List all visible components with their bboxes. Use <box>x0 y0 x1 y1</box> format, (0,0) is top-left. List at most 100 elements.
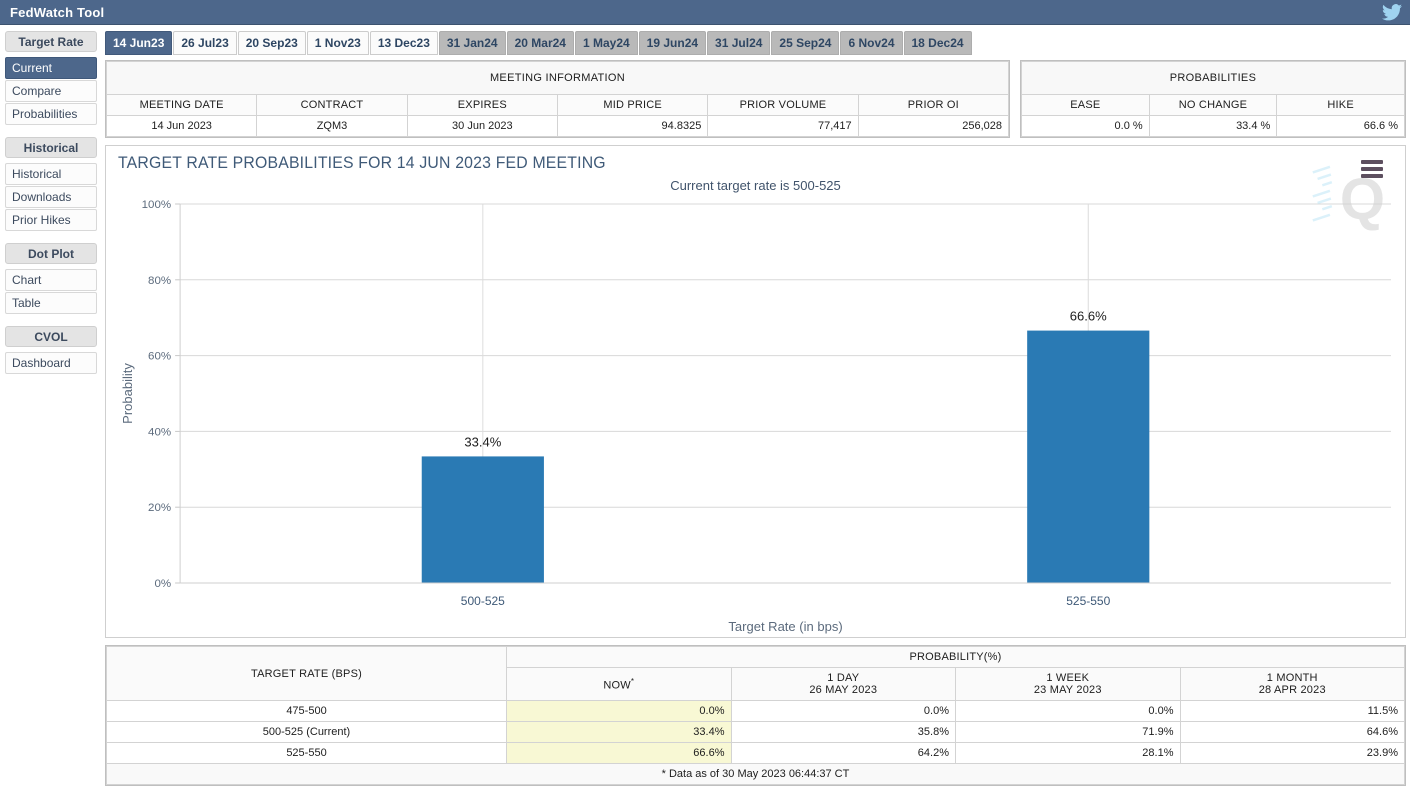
col-one-month: 1 MONTH 28 APR 2023 <box>1180 668 1405 701</box>
cell-one-day: 64.2% <box>731 743 956 764</box>
x-axis-title: Target Rate (in bps) <box>728 619 842 634</box>
tab-20-mar24[interactable]: 20 Mar24 <box>507 31 574 55</box>
col-now-label: NOW <box>603 679 630 691</box>
cell-target-rate: 475-500 <box>107 701 507 722</box>
twitter-icon[interactable] <box>1382 4 1402 21</box>
sidebar-item-compare[interactable]: Compare <box>5 80 97 102</box>
probabilities-row: 0.0 % 33.4 % 66.6 % <box>1022 116 1405 137</box>
meeting-date-tabs: 14 Jun2326 Jul2320 Sep231 Nov2313 Dec233… <box>105 31 1406 55</box>
meeting-information-row: 14 Jun 2023 ZQM3 30 Jun 2023 94.8325 77,… <box>107 116 1009 137</box>
y-axis-tick-label: 100% <box>142 199 171 211</box>
col-probability-percent: PROBABILITY(%) <box>507 647 1405 668</box>
value-contract: ZQM3 <box>257 116 407 137</box>
app-title: FedWatch Tool <box>10 5 104 20</box>
tab-14-jun23[interactable]: 14 Jun23 <box>105 31 172 55</box>
col-one-day: 1 DAY 26 MAY 2023 <box>731 668 956 701</box>
col-one-week-label: 1 WEEK <box>1046 672 1089 684</box>
sidebar-item-historical[interactable]: Historical <box>5 163 97 185</box>
tab-1-may24[interactable]: 1 May24 <box>575 31 638 55</box>
sidebar-item-table[interactable]: Table <box>5 292 97 314</box>
probabilities-title: PROBABILITIES <box>1022 62 1405 95</box>
target-rate-probability-table: TARGET RATE (BPS) PROBABILITY(%) NOW* 1 … <box>105 645 1406 786</box>
value-mid-price: 94.8325 <box>557 116 707 137</box>
tab-31-jan24[interactable]: 31 Jan24 <box>439 31 506 55</box>
x-axis-tick-label: 500-525 <box>461 594 505 608</box>
col-contract: CONTRACT <box>257 95 407 116</box>
cell-one-week: 28.1% <box>956 743 1181 764</box>
tab-25-sep24[interactable]: 25 Sep24 <box>771 31 839 55</box>
sidebar-spacer <box>5 126 97 137</box>
info-tables-row: MEETING INFORMATION MEETING DATE CONTRAC… <box>105 60 1406 138</box>
col-one-month-date: 28 APR 2023 <box>1259 684 1326 696</box>
cell-now: 66.6% <box>507 743 732 764</box>
probability-bar-chart: 0%20%40%60%80%100%Q33.4%500-52566.6%525-… <box>106 146 1405 637</box>
page-body: Target Rate Current Compare Probabilitie… <box>0 25 1410 796</box>
tab-26-jul23[interactable]: 26 Jul23 <box>173 31 236 55</box>
value-expires: 30 Jun 2023 <box>407 116 557 137</box>
data-timestamp-footnote: * Data as of 30 May 2023 06:44:37 CT <box>107 764 1405 785</box>
tab-19-jun24[interactable]: 19 Jun24 <box>639 31 706 55</box>
sidebar-item-current[interactable]: Current <box>5 57 97 79</box>
tab-18-dec24[interactable]: 18 Dec24 <box>904 31 972 55</box>
now-asterisk: * <box>631 677 634 686</box>
tab-20-sep23[interactable]: 20 Sep23 <box>238 31 306 55</box>
col-one-week-date: 23 MAY 2023 <box>1034 684 1102 696</box>
col-no-change: NO CHANGE <box>1149 95 1277 116</box>
tab-13-dec23[interactable]: 13 Dec23 <box>370 31 438 55</box>
bar-data-label: 33.4% <box>464 434 501 449</box>
tab-6-nov24[interactable]: 6 Nov24 <box>840 31 902 55</box>
sidebar-group-target-rate: Target Rate <box>5 31 97 52</box>
col-target-rate-bps: TARGET RATE (BPS) <box>107 647 507 701</box>
cell-one-month: 64.6% <box>1180 722 1405 743</box>
cell-one-month: 23.9% <box>1180 743 1405 764</box>
bar-525-550[interactable] <box>1027 331 1149 583</box>
cell-target-rate: 525-550 <box>107 743 507 764</box>
sidebar-item-dashboard[interactable]: Dashboard <box>5 352 97 374</box>
sidebar-item-downloads[interactable]: Downloads <box>5 186 97 208</box>
col-one-day-label: 1 DAY <box>827 672 859 684</box>
cell-now: 0.0% <box>507 701 732 722</box>
col-expires: EXPIRES <box>407 95 557 116</box>
y-axis-tick-label: 20% <box>148 502 171 514</box>
sidebar-group-cvol: CVOL <box>5 326 97 347</box>
tab-1-nov23[interactable]: 1 Nov23 <box>307 31 369 55</box>
chart-panel: TARGET RATE PROBABILITIES FOR 14 JUN 202… <box>105 145 1406 638</box>
y-axis-tick-label: 80% <box>148 275 171 287</box>
col-ease: EASE <box>1022 95 1150 116</box>
value-ease: 0.0 % <box>1022 116 1150 137</box>
cell-one-week: 0.0% <box>956 701 1181 722</box>
cell-now: 33.4% <box>507 722 732 743</box>
col-one-week: 1 WEEK 23 MAY 2023 <box>956 668 1181 701</box>
col-one-day-date: 26 MAY 2023 <box>809 684 877 696</box>
sidebar-item-probabilities[interactable]: Probabilities <box>5 103 97 125</box>
col-prior-oi: PRIOR OI <box>858 95 1008 116</box>
meeting-information-title: MEETING INFORMATION <box>107 62 1009 95</box>
probability-rows: 475-5000.0%0.0%0.0%11.5%500-525 (Current… <box>107 701 1405 764</box>
main-content: 14 Jun2326 Jul2320 Sep231 Nov2313 Dec233… <box>102 25 1410 796</box>
cell-one-day: 0.0% <box>731 701 956 722</box>
col-now: NOW* <box>507 668 732 701</box>
value-hike: 66.6 % <box>1277 116 1405 137</box>
col-prior-volume: PRIOR VOLUME <box>708 95 858 116</box>
probabilities-table: PROBABILITIES EASE NO CHANGE HIKE 0.0 % … <box>1020 60 1406 138</box>
value-no-change: 33.4 % <box>1149 116 1277 137</box>
bar-data-label: 66.6% <box>1070 309 1107 324</box>
y-axis-title: Probability <box>120 363 135 424</box>
sidebar: Target Rate Current Compare Probabilitie… <box>0 25 102 796</box>
sidebar-spacer <box>5 315 97 326</box>
sidebar-spacer <box>5 232 97 243</box>
sidebar-item-chart[interactable]: Chart <box>5 269 97 291</box>
bar-500-525[interactable] <box>422 456 544 583</box>
sidebar-item-prior-hikes[interactable]: Prior Hikes <box>5 209 97 231</box>
svg-text:Q: Q <box>1340 167 1385 232</box>
x-axis-tick-label: 525-550 <box>1066 594 1110 608</box>
cell-one-day: 35.8% <box>731 722 956 743</box>
cell-target-rate: 500-525 (Current) <box>107 722 507 743</box>
col-one-month-label: 1 MONTH <box>1267 672 1318 684</box>
sidebar-group-dot-plot: Dot Plot <box>5 243 97 264</box>
cell-one-week: 71.9% <box>956 722 1181 743</box>
y-axis-tick-label: 0% <box>154 578 171 590</box>
table-row: 500-525 (Current)33.4%35.8%71.9%64.6% <box>107 722 1405 743</box>
col-meeting-date: MEETING DATE <box>107 95 257 116</box>
tab-31-jul24[interactable]: 31 Jul24 <box>707 31 770 55</box>
